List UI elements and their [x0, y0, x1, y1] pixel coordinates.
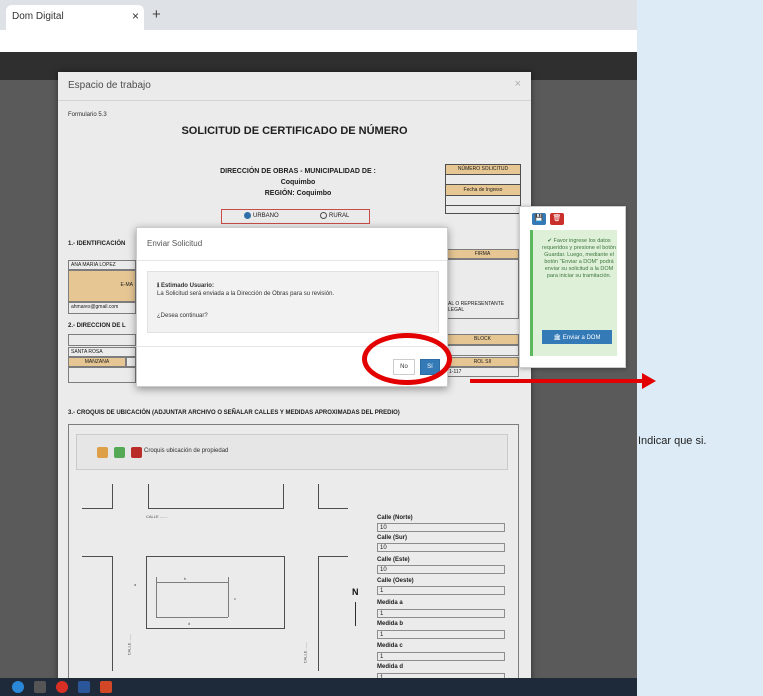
annotation-arrow-head-icon: [642, 373, 656, 389]
cortana-icon[interactable]: [12, 681, 24, 693]
info-alert: ✔ Favor ingrese los datos requeridos y p…: [530, 230, 617, 356]
info-text: ✔ Favor ingrese los datos requeridos y p…: [542, 238, 616, 279]
save-icon: 💾: [534, 215, 544, 222]
dialog-message: La Solicitud será enviada a la Dirección…: [157, 291, 335, 297]
browser-toolbar: [0, 30, 637, 53]
dialog-greeting: ℹ Estimado Usuario:: [157, 283, 214, 289]
dialog-title: Enviar Solicitud: [147, 239, 203, 248]
enviar-dom-button[interactable]: 🏛 Enviar a DOM: [542, 330, 612, 344]
trash-icon: 🗑: [552, 215, 562, 222]
annotation-text: Indicar que si.: [638, 435, 707, 447]
tab-bar: Dom Digital × +: [0, 0, 637, 30]
annotation-arrow-line: [470, 379, 644, 383]
powerpoint-icon[interactable]: [100, 681, 112, 693]
dialog-question: ¿Desea continuar?: [157, 313, 208, 319]
os-taskbar: [0, 678, 637, 696]
tab-dom-digital[interactable]: Dom Digital ×: [6, 5, 144, 30]
task-view-icon[interactable]: [34, 681, 46, 693]
annotation-circle: [362, 333, 452, 385]
action-side-panel: 💾 🗑 ✔ Favor ingrese los datos requeridos…: [519, 206, 626, 368]
tab-close-icon[interactable]: ×: [132, 9, 139, 23]
dialog-alert: ℹ Estimado Usuario: La Solicitud será en…: [147, 271, 439, 333]
dialog-header: Enviar Solicitud: [137, 228, 447, 261]
word-icon[interactable]: [78, 681, 90, 693]
tab-title: Dom Digital: [12, 11, 64, 22]
new-tab-icon[interactable]: +: [152, 6, 161, 23]
delete-button[interactable]: 🗑: [550, 213, 564, 225]
chrome-icon[interactable]: [56, 681, 68, 693]
save-button[interactable]: 💾: [532, 213, 546, 225]
